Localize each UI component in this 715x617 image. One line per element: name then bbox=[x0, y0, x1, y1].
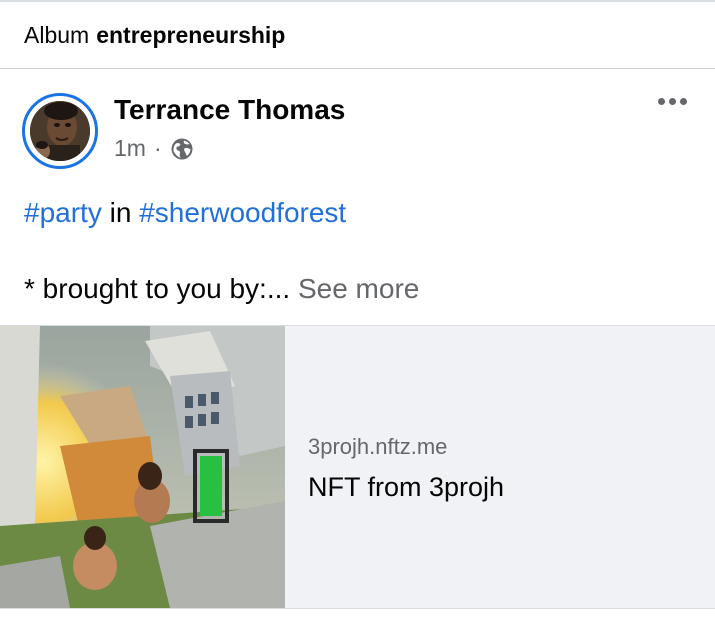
meta-separator: · bbox=[153, 135, 162, 161]
avatar[interactable] bbox=[22, 93, 98, 169]
link-title[interactable]: NFT from 3projh bbox=[308, 472, 504, 503]
avatar-image bbox=[30, 101, 90, 161]
avatar-photo bbox=[30, 101, 90, 161]
post-text-line2: * brought to you by:... See more bbox=[24, 269, 419, 309]
post-header: Terrance Thomas 1m · bbox=[0, 70, 715, 180]
link-thumbnail[interactable] bbox=[0, 326, 285, 608]
post-text-connector: in bbox=[101, 197, 140, 228]
post-timestamp[interactable]: 1m bbox=[114, 135, 146, 162]
see-more-link[interactable]: See more bbox=[298, 273, 419, 304]
post-text-body: * brought to you by:... bbox=[24, 273, 291, 304]
link-preview-card[interactable]: 3projh.nftz.me NFT from 3projh bbox=[0, 325, 715, 609]
album-name[interactable]: entrepreneurship bbox=[96, 22, 285, 49]
nft-artwork-image bbox=[0, 326, 285, 608]
post-meta: 1m · bbox=[114, 135, 194, 162]
post-text-line1: #party in #sherwoodforest bbox=[24, 193, 346, 233]
album-header[interactable]: Album entrepreneurship bbox=[0, 2, 715, 69]
globe-icon[interactable] bbox=[170, 137, 194, 161]
link-info[interactable]: 3projh.nftz.me NFT from 3projh bbox=[308, 434, 504, 503]
album-label: Album bbox=[24, 21, 90, 48]
link-domain: 3projh.nftz.me bbox=[308, 434, 448, 459]
hashtag-party[interactable]: #party bbox=[24, 197, 102, 228]
author-name[interactable]: Terrance Thomas bbox=[114, 94, 345, 126]
hashtag-sherwoodforest[interactable]: #sherwoodforest bbox=[139, 197, 346, 228]
more-options-icon[interactable] bbox=[658, 98, 687, 105]
